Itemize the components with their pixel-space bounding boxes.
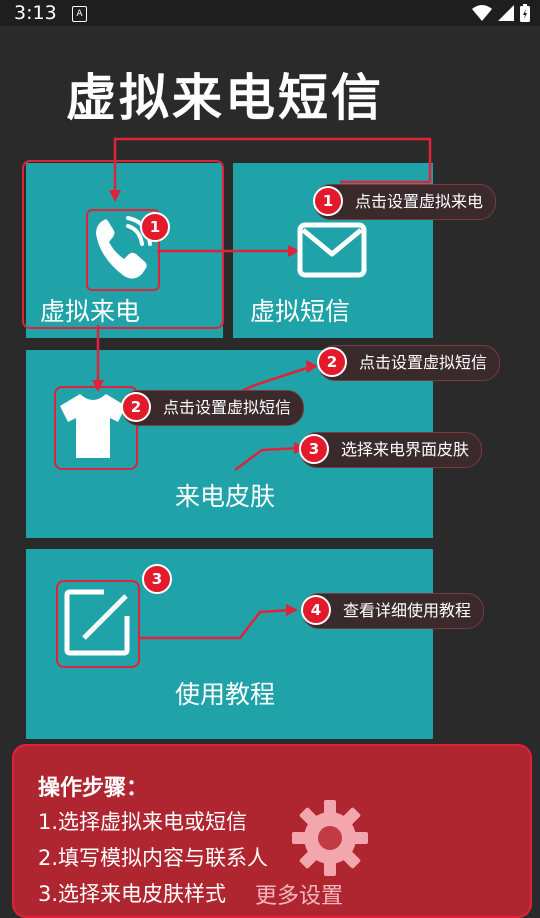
status-bar: 3:13 A xyxy=(0,0,540,26)
callout-number: 2 xyxy=(317,347,347,377)
edit-icon xyxy=(64,589,130,656)
mail-icon xyxy=(297,222,367,278)
badge-phone: 1 xyxy=(140,212,170,242)
callout-number: 4 xyxy=(301,595,331,625)
callout-number: 1 xyxy=(313,186,343,216)
settings-label[interactable]: 更多设置 xyxy=(255,878,343,910)
app-title: 虚拟来电短信 xyxy=(66,69,384,127)
callout-set-sms-top: 2 点击设置虚拟短信 xyxy=(317,345,501,381)
callout-text: 点击设置虚拟短信 xyxy=(359,353,488,372)
signal-icon xyxy=(498,5,514,21)
status-time: 3:13 xyxy=(14,2,57,24)
callout-text: 选择来电界面皮肤 xyxy=(341,440,470,459)
callout-number: 2 xyxy=(121,392,151,422)
callout-set-call: 1 点击设置虚拟来电 xyxy=(313,184,497,220)
status-icons xyxy=(472,4,530,22)
step-item: 2.填写模拟内容与联系人 xyxy=(38,846,269,870)
badge-tutorial: 3 xyxy=(142,564,172,594)
callout-view-tutorial: 4 查看详细使用教程 xyxy=(301,593,485,629)
call-skin-label: 来电皮肤 xyxy=(175,482,276,511)
virtual-sms-label: 虚拟短信 xyxy=(250,297,351,326)
callout-text: 点击设置虚拟来电 xyxy=(355,192,484,211)
tutorial-label: 使用教程 xyxy=(175,680,276,709)
callout-choose-skin: 3 选择来电界面皮肤 xyxy=(299,432,483,468)
callout-number: 3 xyxy=(299,434,329,464)
gear-icon[interactable] xyxy=(290,798,370,878)
wifi-icon xyxy=(472,5,492,21)
notification-icon: A xyxy=(72,6,87,22)
step-item: 1.选择虚拟来电或短信 xyxy=(38,810,248,834)
callout-text: 查看详细使用教程 xyxy=(343,601,472,620)
step-item: 3.选择来电皮肤样式 xyxy=(38,882,227,906)
battery-icon xyxy=(520,4,530,22)
callout-set-sms-bottom: 2 点击设置虚拟短信 xyxy=(121,390,305,426)
virtual-call-label: 虚拟来电 xyxy=(40,297,141,326)
callout-text: 点击设置虚拟短信 xyxy=(163,398,292,417)
tshirt-icon xyxy=(60,394,126,458)
steps-title: 操作步骤： xyxy=(38,776,149,801)
